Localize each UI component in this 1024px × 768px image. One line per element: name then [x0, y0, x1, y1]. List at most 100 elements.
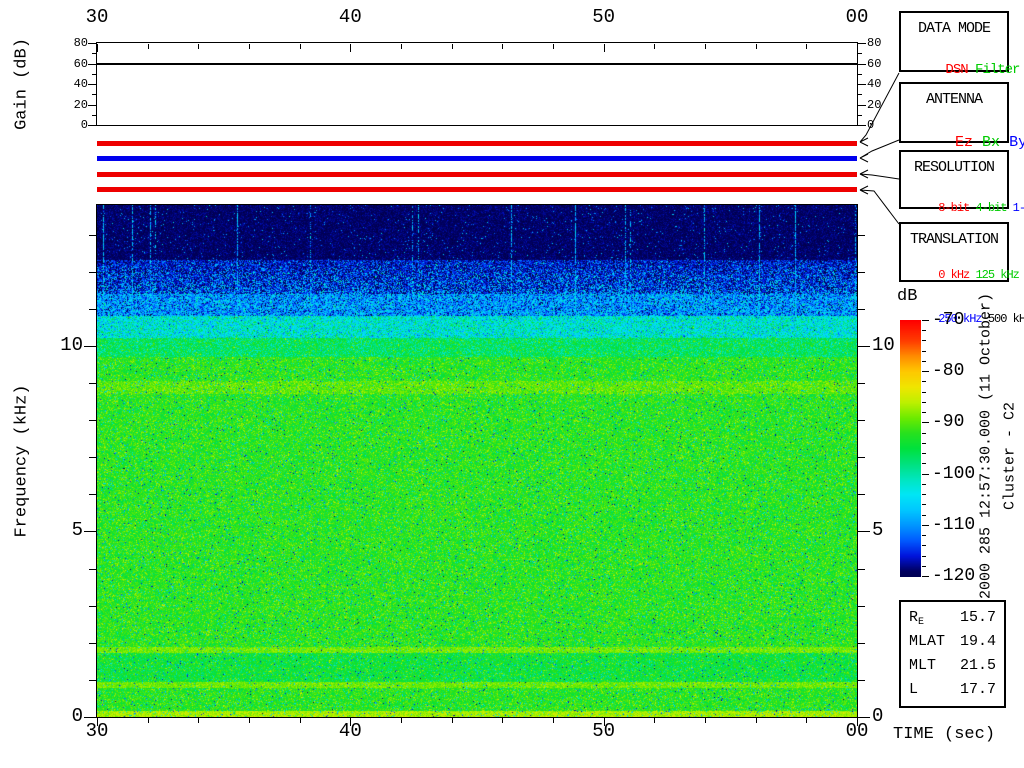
colorbar-tick	[922, 524, 929, 526]
translation-panel: TRANSLATION 0 kHz 125 kHz 250 kHz 500 kH…	[899, 222, 1024, 326]
gain-top-axis-tick	[299, 44, 301, 49]
ephemeris-value: 21.5	[959, 657, 996, 674]
gain-yaxis-tick-left	[88, 63, 96, 65]
gain-top-axis-tick-label: 30	[85, 6, 109, 28]
data-mode-title: DATA MODE	[917, 20, 991, 37]
colorbar-tick	[922, 483, 926, 485]
freq-axis-tick-left	[89, 642, 96, 644]
colorbar-tick	[922, 442, 926, 444]
gain-ytick-label-right: 80	[867, 36, 882, 50]
gain-top-axis-tick	[198, 44, 200, 49]
ephemeris-label: L	[909, 681, 919, 698]
gain-ytick-label-right: 60	[867, 56, 882, 71]
time-axis-tick	[755, 718, 757, 723]
gain-ytick-label-left: 40	[73, 77, 88, 91]
colorbar-tick	[922, 381, 926, 383]
time-tick-label: 40	[338, 720, 362, 742]
data-mode-option-dsn: DSN	[945, 62, 968, 78]
gain-yaxis-tick-left	[88, 104, 96, 106]
colorbar-tick	[922, 320, 929, 321]
freq-axis-tick-right	[858, 383, 865, 385]
freq-axis-tick-left	[89, 605, 96, 607]
freq-axis-tick-right	[858, 642, 865, 644]
freq-axis-tick-left	[89, 568, 96, 570]
ephemeris-value: 15.7	[959, 609, 996, 626]
arrow-antenna	[859, 139, 900, 163]
colorbar-tick	[922, 330, 926, 332]
colorbar-tick-label: -110	[932, 514, 976, 535]
time-axis-tick	[198, 718, 200, 723]
gain-yaxis-tick-left	[88, 84, 96, 85]
gain-ytick-label-right: 40	[867, 77, 882, 91]
gain-ytick-label-left: 80	[73, 36, 88, 50]
freq-axis-tick-left	[89, 383, 96, 385]
gain-top-axis-tick	[249, 44, 250, 49]
freq-axis-tick-left	[89, 234, 96, 236]
ephemeris-row-l: L 17.7	[909, 681, 996, 698]
colorbar-tick	[922, 565, 926, 567]
colorbar-tick	[922, 432, 926, 434]
gain-yaxis-tick-right	[858, 73, 862, 75]
colorbar-tick	[922, 514, 926, 516]
time-tick-label: 50	[592, 720, 616, 742]
gain-ytick-label-right: 0	[867, 118, 875, 132]
colorbar-tick	[922, 504, 926, 506]
time-axis-tick	[401, 718, 402, 723]
colorbar-tick-label: -90	[932, 412, 965, 433]
freq-axis-tick-right	[858, 308, 865, 310]
resolution-panel: RESOLUTION 8-bit 4-bit 1-bit	[899, 150, 1024, 215]
freq-axis-tick-left	[84, 531, 96, 533]
colorbar-tick-label: -120	[932, 566, 976, 586]
freq-axis-tick-left	[89, 679, 96, 681]
freq-axis-tick-left	[89, 308, 96, 310]
legend-pointer-arrows	[859, 72, 900, 225]
gain-top-axis-tick	[857, 44, 858, 52]
ephemeris-row-mlat: MLAT 19.4	[909, 633, 996, 650]
time-axis-tick	[806, 718, 808, 723]
freq-axis-tick-right	[858, 605, 865, 607]
antenna-option-bx: Bx	[982, 134, 1001, 151]
gain-yaxis-tick-left	[92, 114, 96, 116]
translation-option-0khz: 0 kHz	[938, 268, 970, 282]
gain-top-axis-tick-label: 40	[338, 6, 362, 28]
freq-axis-tick-right	[858, 717, 870, 718]
colorbar-tick	[922, 535, 926, 537]
freq-axis-tick-left	[89, 420, 96, 422]
colorbar-tick	[922, 340, 926, 342]
gain-top-axis-tick	[350, 44, 352, 52]
colorbar-tick	[922, 473, 929, 475]
gain-ytick-label-left: 60	[73, 56, 88, 71]
gain-yaxis-tick-right	[858, 104, 866, 106]
spacecraft-annotation: Cluster - C2	[1001, 401, 1019, 511]
gain-ytick-label-left: 0	[80, 118, 88, 132]
gain-top-axis-tick	[603, 44, 605, 52]
freq-tick-label-right: 5	[872, 519, 884, 542]
freq-axis-tick-right	[858, 568, 865, 570]
ephemeris-label: R	[909, 609, 919, 626]
ephemeris-box: RE 15.7 MLAT 19.4 MLT 21.5 L 17.7	[899, 600, 1006, 708]
time-axis-tick	[502, 718, 504, 723]
gain-yaxis-tick-right	[858, 53, 862, 55]
ephemeris-value: 19.4	[959, 633, 996, 650]
colorbar-tick	[922, 401, 926, 403]
freq-axis-tick-left	[89, 271, 96, 273]
colorbar-tick	[922, 391, 926, 393]
freq-axis-tick-right	[858, 345, 870, 347]
colorbar-tick	[922, 576, 929, 577]
ephemeris-row-re: RE 15.7	[909, 609, 996, 628]
antenna-title: ANTENNA	[925, 91, 983, 108]
time-axis-tick	[553, 718, 554, 723]
gain-top-axis-tick	[806, 44, 808, 49]
gain-ytick-label-left: 20	[73, 97, 88, 112]
ephemeris-label: MLAT	[909, 633, 946, 650]
gain-top-axis-tick	[147, 44, 149, 49]
freq-axis-tick-right	[858, 494, 865, 496]
freq-tick-label-left: 10	[60, 333, 83, 356]
translation-option-125khz: 125 kHz	[975, 268, 1019, 282]
colorbar-tick	[922, 360, 926, 362]
colorbar	[900, 320, 921, 577]
wbd-spectrogram-display: Gain (dB) Frequency (kHz) DATA MODE DSN …	[0, 0, 1024, 768]
time-axis-tick	[249, 718, 250, 723]
gain-yaxis-tick-right	[858, 114, 862, 116]
freq-axis-tick-left	[84, 717, 96, 718]
